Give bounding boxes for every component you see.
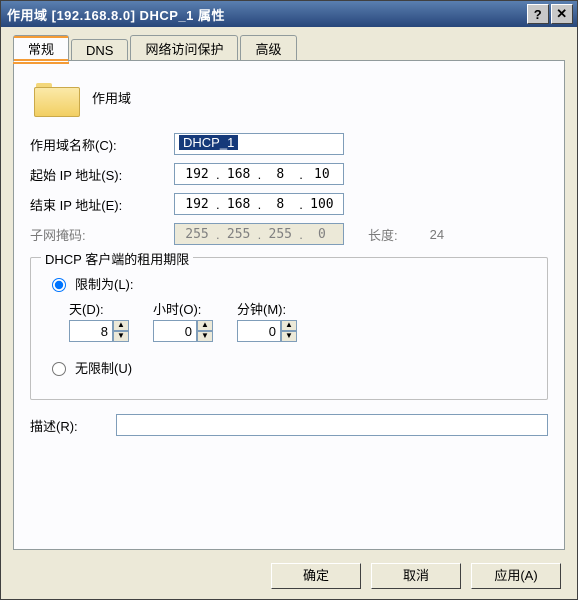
minutes-input[interactable]: [237, 320, 281, 342]
end-ip-oct1[interactable]: [179, 196, 215, 213]
minutes-up-icon[interactable]: ▲: [281, 320, 297, 331]
titlebar-buttons: ? ✕: [527, 4, 573, 24]
minutes-label: 分钟(M):: [237, 299, 297, 318]
end-ip-oct2[interactable]: [221, 196, 257, 213]
days-spinner[interactable]: ▲ ▼: [69, 320, 129, 342]
end-ip-oct3[interactable]: [262, 196, 298, 213]
row-subnet-mask: 子网掩码: . . . 长度: 24: [30, 223, 548, 245]
radio-unlimited-row: 无限制(U): [47, 358, 531, 377]
hours-up-icon[interactable]: ▲: [197, 320, 213, 331]
days-label: 天(D):: [69, 299, 129, 318]
tab-advanced[interactable]: 高级: [240, 35, 296, 61]
hours-down-icon[interactable]: ▼: [197, 331, 213, 342]
days-down-icon[interactable]: ▼: [113, 331, 129, 342]
start-ip-oct4[interactable]: [304, 166, 340, 183]
close-button[interactable]: ✕: [551, 4, 573, 24]
apply-button[interactable]: 应用(A): [471, 563, 561, 589]
tab-nap[interactable]: 网络访问保护: [130, 35, 238, 61]
tab-general[interactable]: 常规: [13, 35, 69, 62]
description-input[interactable]: [116, 414, 548, 436]
radio-limited-label: 限制为(L):: [75, 274, 134, 293]
tab-dns[interactable]: DNS: [71, 39, 128, 61]
row-start-ip: 起始 IP 地址(S): . . .: [30, 163, 548, 185]
days-col: 天(D): ▲ ▼: [69, 299, 129, 342]
radio-unlimited-label: 无限制(U): [75, 358, 132, 377]
radio-unlimited[interactable]: [52, 362, 66, 376]
mask-oct1: [179, 226, 215, 243]
description-label: 描述(R):: [30, 416, 110, 435]
days-input[interactable]: [69, 320, 113, 342]
length-value: 24: [430, 227, 444, 242]
row-end-ip: 结束 IP 地址(E): . . .: [30, 193, 548, 215]
scope-name-value: DHCP_1: [179, 135, 238, 150]
radio-limited-row: 限制为(L):: [47, 274, 531, 293]
title-bar: 作用域 [192.168.8.0] DHCP_1 属性 ? ✕: [1, 1, 577, 27]
hours-label: 小时(O):: [153, 299, 213, 318]
mask-oct3: [262, 226, 298, 243]
hours-spinner[interactable]: ▲ ▼: [153, 320, 213, 342]
start-ip-oct1[interactable]: [179, 166, 215, 183]
lease-group-title: DHCP 客户端的租用期限: [41, 249, 193, 268]
days-up-icon[interactable]: ▲: [113, 320, 129, 331]
ok-button[interactable]: 确定: [271, 563, 361, 589]
minutes-spinner[interactable]: ▲ ▼: [237, 320, 297, 342]
lease-group: DHCP 客户端的租用期限 限制为(L): 天(D): ▲ ▼: [30, 257, 548, 400]
dialog-window: 作用域 [192.168.8.0] DHCP_1 属性 ? ✕ 常规 DNS 网…: [0, 0, 578, 600]
start-ip-oct3[interactable]: [262, 166, 298, 183]
mask-input: . . .: [174, 223, 344, 245]
scope-name-label: 作用域名称(C):: [30, 135, 164, 154]
dialog-footer: 确定 取消 应用(A): [271, 563, 561, 589]
hours-input[interactable]: [153, 320, 197, 342]
hours-col: 小时(O): ▲ ▼: [153, 299, 213, 342]
mask-label: 子网掩码:: [30, 225, 164, 244]
client-area: 常规 DNS 网络访问保护 高级 作用域 作用域名称(C): DHCP_1 起始…: [1, 27, 577, 560]
folder-icon: [34, 79, 78, 115]
start-ip-oct2[interactable]: [221, 166, 257, 183]
mask-oct4: [304, 226, 340, 243]
end-ip-oct4[interactable]: [304, 196, 340, 213]
end-ip-label: 结束 IP 地址(E):: [30, 195, 164, 214]
radio-limited[interactable]: [52, 278, 66, 292]
tab-panel-general: 作用域 作用域名称(C): DHCP_1 起始 IP 地址(S): . . . …: [13, 60, 565, 550]
minutes-down-icon[interactable]: ▼: [281, 331, 297, 342]
end-ip-input[interactable]: . . .: [174, 193, 344, 215]
duration-row: 天(D): ▲ ▼ 小时(O):: [69, 299, 531, 342]
minutes-col: 分钟(M): ▲ ▼: [237, 299, 297, 342]
description-row: 描述(R):: [30, 414, 548, 436]
start-ip-label: 起始 IP 地址(S):: [30, 165, 164, 184]
length-label: 长度:: [368, 225, 398, 244]
panel-header: 作用域: [34, 79, 548, 115]
window-title: 作用域 [192.168.8.0] DHCP_1 属性: [7, 5, 527, 24]
panel-header-label: 作用域: [92, 88, 131, 107]
mask-oct2: [221, 226, 257, 243]
help-button[interactable]: ?: [527, 4, 549, 24]
start-ip-input[interactable]: . . .: [174, 163, 344, 185]
row-scope-name: 作用域名称(C): DHCP_1: [30, 133, 548, 155]
scope-name-input[interactable]: DHCP_1: [174, 133, 344, 155]
cancel-button[interactable]: 取消: [371, 563, 461, 589]
tab-strip: 常规 DNS 网络访问保护 高级: [13, 35, 565, 61]
